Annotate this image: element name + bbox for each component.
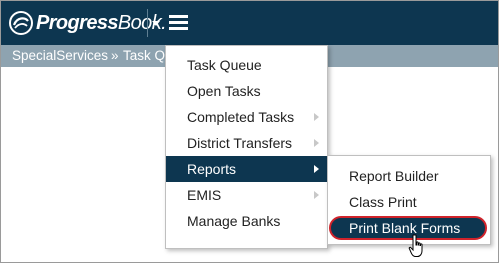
breadcrumb-item-specialservices[interactable]: SpecialServices xyxy=(12,45,108,67)
logo-text-bold: Progress xyxy=(36,11,119,34)
chevron-right-icon xyxy=(314,113,319,121)
menu-item-manage-banks[interactable]: Manage Banks xyxy=(166,208,327,234)
breadcrumb-separator: » xyxy=(111,48,119,63)
submenu-item-label: Report Builder xyxy=(349,168,439,184)
hamburger-menu-icon[interactable] xyxy=(169,15,188,31)
submenu-item-print-blank-forms[interactable]: Print Blank Forms xyxy=(328,215,490,241)
menu-item-label: Task Queue xyxy=(187,57,262,73)
progressbook-logo[interactable]: ProgressBook. xyxy=(9,10,167,36)
menu-item-reports[interactable]: Reports xyxy=(166,156,327,182)
menu-item-task-queue[interactable]: Task Queue xyxy=(166,52,327,78)
menu-item-label: Open Tasks xyxy=(187,83,261,99)
menu-item-label: EMIS xyxy=(187,187,222,203)
progressbook-logo-icon xyxy=(9,11,33,35)
submenu-item-label: Print Blank Forms xyxy=(349,220,461,236)
topbar-divider xyxy=(147,9,148,37)
submenu-item-class-print[interactable]: Class Print xyxy=(328,189,490,215)
menu-item-label: District Transfers xyxy=(187,135,293,151)
menu-item-open-tasks[interactable]: Open Tasks xyxy=(166,78,327,104)
reports-submenu: Report Builder Class Print Print Blank F… xyxy=(327,155,491,245)
top-navigation-bar: ProgressBook. xyxy=(1,1,498,45)
menu-item-label: Manage Banks xyxy=(187,213,281,229)
chevron-right-icon xyxy=(314,139,319,147)
caret-down-icon[interactable] xyxy=(150,15,164,31)
submenu-item-label: Class Print xyxy=(349,194,417,210)
submenu-item-report-builder[interactable]: Report Builder xyxy=(328,163,490,189)
menu-item-district-transfers[interactable]: District Transfers xyxy=(166,130,327,156)
main-dropdown-menu: Task Queue Open Tasks Completed Tasks Di… xyxy=(165,45,328,249)
menu-item-label: Reports xyxy=(187,161,237,177)
chevron-right-icon xyxy=(314,191,319,199)
menu-item-emis[interactable]: EMIS xyxy=(166,182,327,208)
chevron-right-icon xyxy=(314,165,319,173)
menu-item-completed-tasks[interactable]: Completed Tasks xyxy=(166,104,327,130)
menu-item-label: Completed Tasks xyxy=(187,109,295,125)
breadcrumb-item-task-queue[interactable]: Task Q xyxy=(123,45,165,67)
app-window: ProgressBook. SpecialServices » Task Q T… xyxy=(0,0,499,263)
